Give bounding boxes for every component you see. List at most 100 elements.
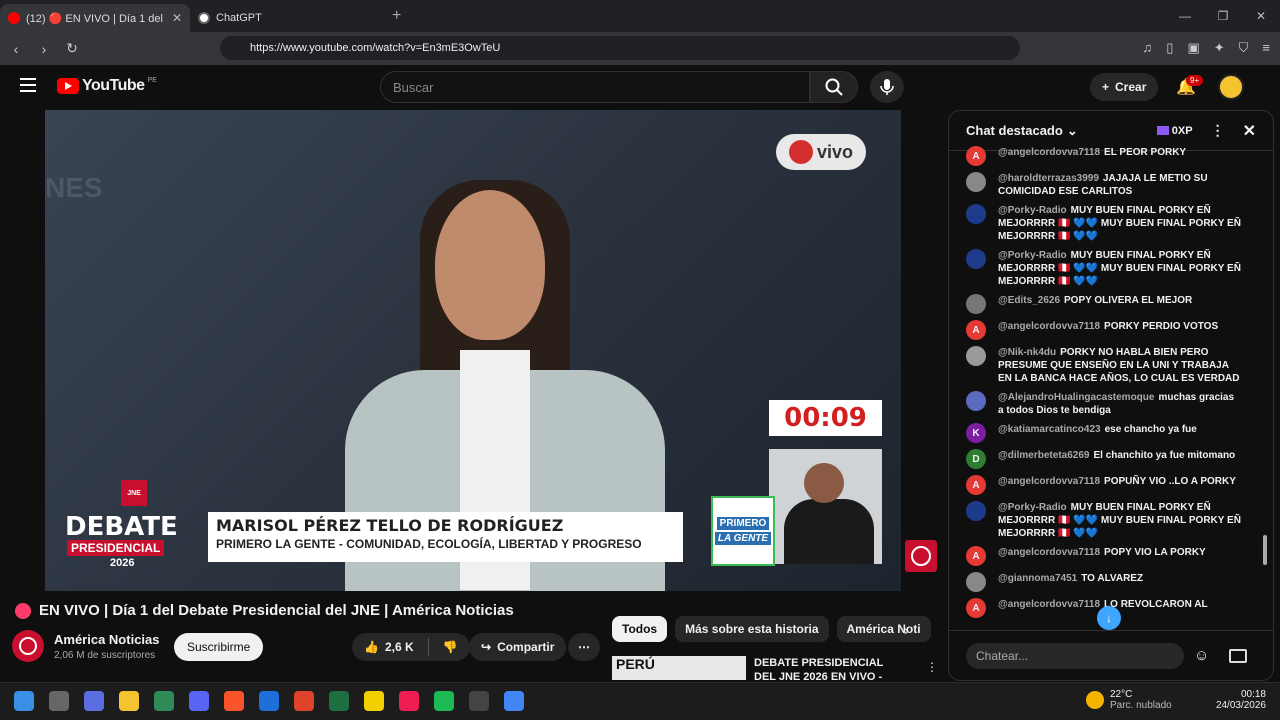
discord-icon[interactable] [189,691,209,711]
chat-mode-selector[interactable]: Chat destacado [966,123,1063,138]
wallet-icon[interactable]: ▣ [1187,40,1199,56]
tab-youtube[interactable]: (12) 🔴 EN VIVO | Día 1 del Deba ✕ [0,4,190,32]
chat-username[interactable]: @angelcordovva7118 [998,547,1100,558]
start-icon[interactable] [14,691,34,711]
video-player[interactable]: NES vivo 00:09 JNE DEBATE PRESIDENCIAL 2… [45,110,901,591]
chip-related[interactable]: Más sobre esta historia [675,616,829,642]
chat-username[interactable]: @Porky-Radio [998,250,1067,261]
chat-username[interactable]: @angelcordovva7118 [998,476,1100,487]
reload-icon[interactable]: ↻ [60,40,84,57]
chat-avatar[interactable] [966,172,986,192]
chat-avatar[interactable]: A [966,598,986,618]
chat-more-icon[interactable]: ⋮ [1211,122,1225,139]
clock[interactable]: 00:18 24/03/2026 [1216,689,1266,711]
chat-avatar[interactable] [966,572,986,592]
task-view-icon[interactable] [49,691,69,711]
chrome-icon[interactable] [504,691,524,711]
sidebar-icon[interactable]: ▯ [1166,40,1173,56]
channel-avatar[interactable] [12,630,44,662]
weather-widget[interactable]: 22°C Parc. nublado [1086,689,1172,711]
chevron-right-icon[interactable]: › [904,622,909,638]
chat-avatar[interactable]: K [966,423,986,443]
youtube-logo[interactable]: YouTube PE [57,77,157,95]
chat-username[interactable]: @Nik-nk4du [998,347,1056,358]
like-button[interactable]: 👍 2,6 K 👎 [352,633,470,661]
forward-icon[interactable]: › [32,41,56,57]
file-explorer-icon[interactable] [119,691,139,711]
vpn-icon[interactable]: ⛉ [1239,40,1249,56]
chat-avatar[interactable]: A [966,146,986,166]
close-chat-icon[interactable]: ✕ [1243,121,1256,141]
menu-icon[interactable]: ≡ [1262,40,1270,56]
search-button[interactable] [810,71,858,103]
create-button[interactable]: + Crear [1090,73,1159,101]
scroll-down-arrow-icon[interactable]: ↓ [1097,606,1121,630]
search-input[interactable]: Buscar [380,71,810,103]
chat-username[interactable]: @giannoma7451 [998,573,1077,584]
close-window-icon[interactable]: ✕ [1242,0,1280,32]
maximize-icon[interactable]: ❐ [1204,0,1242,32]
chat-avatar[interactable]: A [966,320,986,340]
extensions-icon[interactable]: ✦ [1214,40,1225,56]
chip-all[interactable]: Todos [612,616,668,642]
chat-message: A @angelcordovva7118 PORKY PERDIO VOTOS [949,317,1259,343]
voice-search-button[interactable] [870,71,904,103]
music-icon[interactable]: ♫ [1143,40,1153,56]
hamburger-menu-icon[interactable] [20,78,36,92]
chat-username[interactable]: @dilmerbeteta6269 [998,450,1089,461]
chatgpt-app-icon[interactable] [469,691,489,711]
app-red-icon[interactable] [294,691,314,711]
chip-channel[interactable]: América Noti [836,616,931,642]
chat-avatar[interactable] [966,249,986,269]
user-avatar[interactable] [1218,74,1244,100]
chat-avatar[interactable]: A [966,546,986,566]
video-title-text: EN VIVO | Día 1 del Debate Presidencial … [39,602,514,619]
chat-username[interactable]: @angelcordovva7118 [998,321,1100,332]
chat-avatar[interactable] [966,391,986,411]
more-vert-icon[interactable]: ⋮ [926,660,938,674]
chat-avatar[interactable]: A [966,475,986,495]
close-tab-icon[interactable]: ✕ [172,11,182,25]
chevron-down-icon[interactable]: ⌄ [1067,123,1078,139]
new-tab-icon[interactable]: + [392,7,401,25]
channel-name[interactable]: América Noticias [54,632,160,647]
xp-badge[interactable]: 0XP [1156,125,1193,137]
share-button[interactable]: ↪ Compartir [469,633,567,661]
more-actions-button[interactable]: ⋯ [568,633,600,661]
speaker-nameplate: MARISOL PÉREZ TELLO DE RODRÍGUEZ PRIMERO… [208,512,683,562]
chat-avatar[interactable] [966,501,986,521]
brave-icon[interactable] [224,691,244,711]
back-icon[interactable]: ‹ [4,41,28,57]
sticky-notes-icon[interactable] [364,691,384,711]
chat-avatar[interactable] [966,346,986,366]
chat-avatar[interactable] [966,294,986,314]
spotify-icon[interactable] [434,691,454,711]
chat-avatar[interactable] [966,204,986,224]
search-icon [825,78,843,96]
tiktok-icon[interactable] [399,691,419,711]
emoji-icon[interactable]: ☺ [1194,647,1209,664]
chat-username[interactable]: @AlejandroHualingacastemoque [998,392,1154,403]
minimize-icon[interactable]: — [1166,0,1204,32]
excel-icon[interactable] [329,691,349,711]
chat-username[interactable]: @angelcordovva7118 [998,147,1100,158]
chat-username[interactable]: @angelcordovva7118 [998,599,1100,610]
chat-text: POPY OLIVERA EL MEJOR [1064,295,1193,306]
chat-username[interactable]: @Porky-Radio [998,502,1067,513]
chat-scrollbar[interactable] [1263,155,1269,625]
chat-avatar[interactable]: D [966,449,986,469]
chat-input[interactable]: Chatear... [966,642,1184,669]
subscribe-button[interactable]: Suscribirme [174,633,264,661]
url-field[interactable]: https://www.youtube.com/watch?v=En3mE3Ow… [220,36,1020,60]
chat-username[interactable]: @Edits_2626 [998,295,1060,306]
chat-username[interactable]: @Porky-Radio [998,205,1067,216]
chat-username[interactable]: @katiamarcatinco423 [998,424,1101,435]
chat-message: @Edits_2626 POPY OLIVERA EL MEJOR [949,291,1259,317]
chat-username[interactable]: @haroldterrazas3999 [998,173,1099,184]
super-chat-icon[interactable] [1229,648,1248,663]
copilot-icon[interactable] [84,691,104,711]
app-icon[interactable] [154,691,174,711]
tab-chatgpt[interactable]: ChatGPT [190,4,380,32]
thumbs-down-icon[interactable]: 👎 [443,640,458,654]
outlook-icon[interactable] [259,691,279,711]
